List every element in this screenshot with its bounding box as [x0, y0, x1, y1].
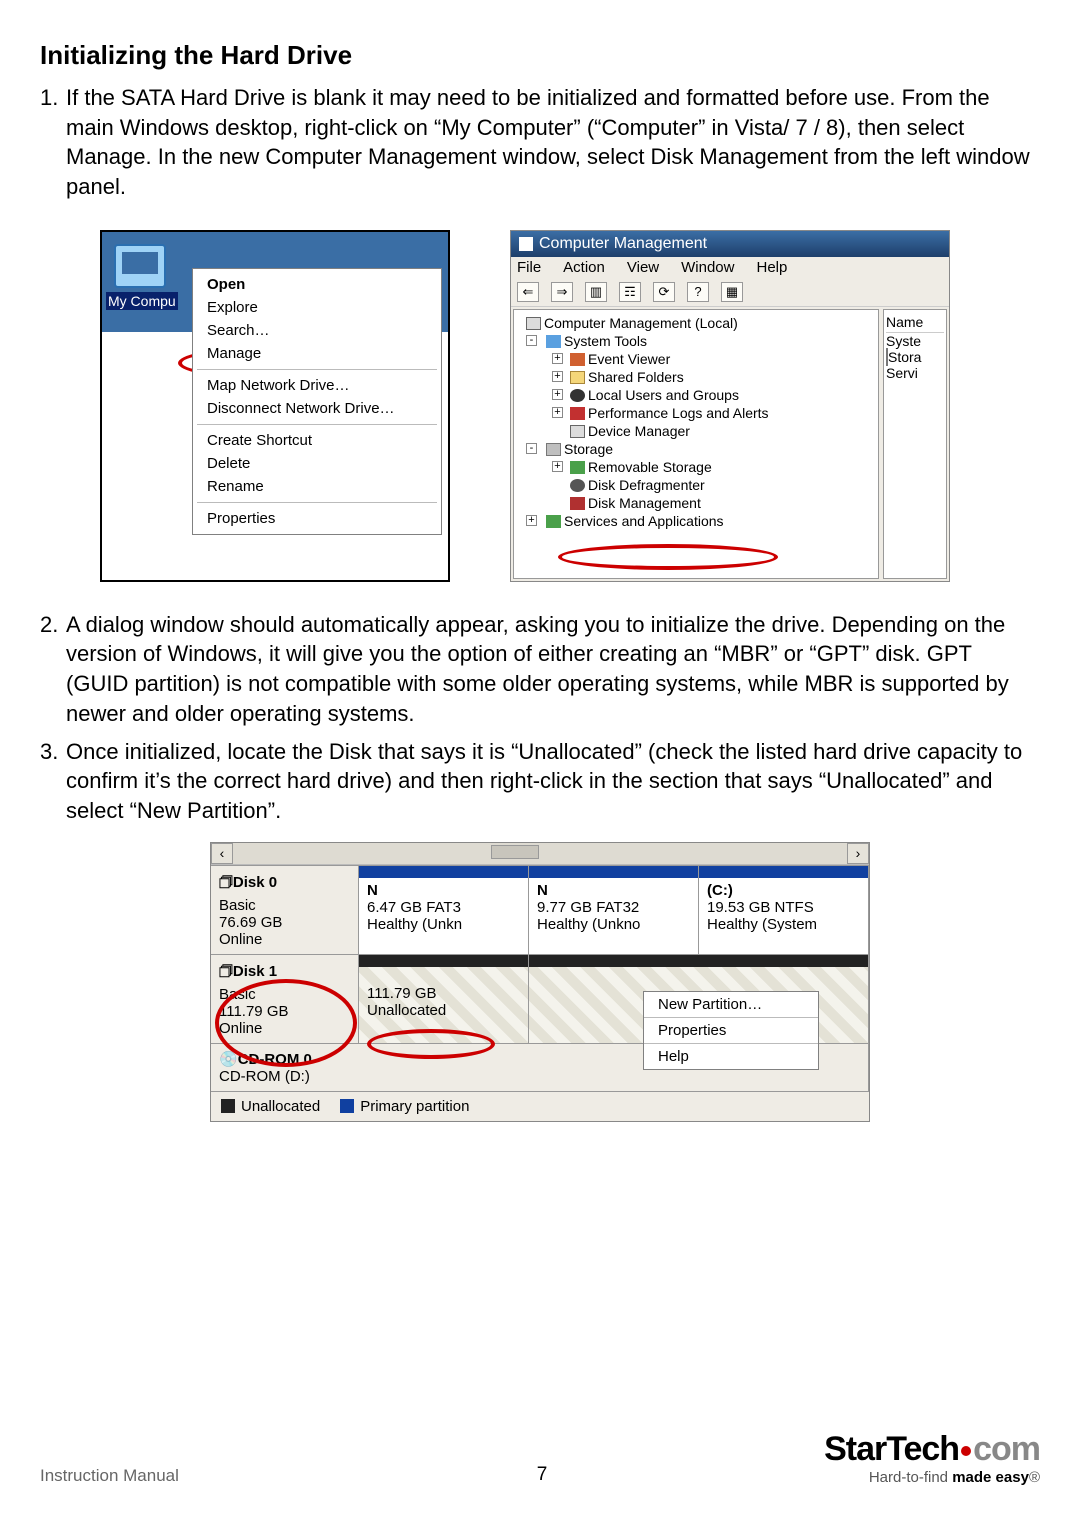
disk0-header[interactable]: 🗇Disk 0 Basic 76.69 GB Online [211, 866, 359, 954]
my-computer-label: My Compu [106, 292, 178, 310]
menu-help[interactable]: Help [756, 259, 787, 276]
list-item[interactable]: Stora [886, 349, 944, 365]
tree-system-tools[interactable]: -System Tools [516, 332, 876, 350]
menu-explore[interactable]: Explore [193, 296, 441, 319]
scroll-left-icon[interactable]: ‹ [211, 843, 233, 864]
tool-button[interactable]: ? [687, 282, 709, 302]
tool-button[interactable]: ▦ [721, 282, 743, 302]
menu-delete[interactable]: Delete [193, 452, 441, 475]
disk0-partition-2[interactable]: N9.77 GB FAT32Healthy (Unkno [529, 866, 699, 954]
menu-help[interactable]: Help [644, 1044, 818, 1069]
tree-disk-defragmenter[interactable]: Disk Defragmenter [516, 476, 876, 494]
list-pane: Name Syste Stora Servi [883, 309, 947, 579]
tree-shared-folders[interactable]: +Shared Folders [516, 368, 876, 386]
menu-properties[interactable]: Properties [193, 507, 441, 530]
legend: Unallocated Primary partition [211, 1091, 869, 1121]
figure-computer-management: Computer Management File Action View Win… [510, 230, 950, 582]
forward-button[interactable]: ⇒ [551, 282, 573, 302]
menu-view[interactable]: View [627, 259, 659, 276]
tree-event-viewer[interactable]: +Event Viewer [516, 350, 876, 368]
toolbar: ⇐ ⇒ ▥ ☶ ⟳ ? ▦ [511, 278, 949, 307]
page-number: 7 [260, 1464, 824, 1486]
menu-properties[interactable]: Properties [644, 1018, 818, 1043]
tree-root[interactable]: Computer Management (Local) [516, 314, 876, 332]
disk1-unallocated[interactable]: 111.79 GBUnallocated [359, 955, 529, 1043]
menu-open[interactable]: Open [193, 273, 441, 296]
menubar: File Action View Window Help [511, 257, 949, 278]
menu-new-partition[interactable]: New Partition… [644, 992, 818, 1017]
page-title: Initializing the Hard Drive [40, 40, 1040, 71]
tree-local-users[interactable]: +Local Users and Groups [516, 386, 876, 404]
highlight-disk-management [558, 544, 778, 570]
tree-removable-storage[interactable]: +Removable Storage [516, 458, 876, 476]
tree-disk-management[interactable]: Disk Management [516, 494, 876, 512]
scroll-right-icon[interactable]: › [847, 843, 869, 864]
list-item[interactable]: Servi [886, 365, 944, 381]
my-computer-icon[interactable] [114, 244, 166, 288]
figure-my-computer-context-menu: My Compu Open Explore Search… Manage Map… [100, 230, 450, 582]
partition-context-menu: New Partition… Properties Help [643, 991, 819, 1070]
col-header: Name [886, 314, 944, 333]
disk0-partition-1[interactable]: N6.47 GB FAT3Healthy (Unkn [359, 866, 529, 954]
step-3: 3. Once initialized, locate the Disk tha… [40, 737, 1040, 826]
page-footer: Instruction Manual 7 StarTechcom Hard-to… [40, 1430, 1040, 1486]
tool-button[interactable]: ▥ [585, 282, 607, 302]
tree-device-manager[interactable]: Device Manager [516, 422, 876, 440]
tree-pane: Computer Management (Local) -System Tool… [513, 309, 879, 579]
tree-services-apps[interactable]: +Services and Applications [516, 512, 876, 530]
step-1: 1. If the SATA Hard Drive is blank it ma… [40, 83, 1040, 202]
app-icon [519, 237, 533, 251]
back-button[interactable]: ⇐ [517, 282, 539, 302]
disk0-row: 🗇Disk 0 Basic 76.69 GB Online N6.47 GB F… [211, 865, 869, 954]
menu-manage[interactable]: Manage [193, 342, 441, 365]
brand-logo: StarTechcom Hard-to-find made easy® [824, 1430, 1040, 1486]
menu-map-drive[interactable]: Map Network Drive… [193, 374, 441, 397]
legend-swatch-primary [340, 1099, 354, 1113]
menu-disconnect-drive[interactable]: Disconnect Network Drive… [193, 397, 441, 420]
disk1-header[interactable]: 🗇Disk 1 Basic 111.79 GB Online [211, 955, 359, 1043]
scroll-thumb[interactable] [491, 845, 539, 859]
menu-create-shortcut[interactable]: Create Shortcut [193, 429, 441, 452]
list-item[interactable]: Syste [886, 333, 944, 349]
menu-search[interactable]: Search… [193, 319, 441, 342]
disk0-partition-3[interactable]: (C:)19.53 GB NTFSHealthy (System [699, 866, 869, 954]
tree-storage[interactable]: -Storage [516, 440, 876, 458]
tool-button[interactable]: ☶ [619, 282, 641, 302]
footer-left: Instruction Manual [40, 1466, 260, 1486]
menu-file[interactable]: File [517, 259, 541, 276]
figure-disk-management: ‹ › 🗇Disk 0 Basic 76.69 GB Online N6.47 … [210, 842, 870, 1122]
menu-rename[interactable]: Rename [193, 475, 441, 498]
tree-perf-logs[interactable]: +Performance Logs and Alerts [516, 404, 876, 422]
step-2: 2. A dialog window should automatically … [40, 610, 1040, 729]
window-titlebar: Computer Management [511, 231, 949, 257]
tool-button[interactable]: ⟳ [653, 282, 675, 302]
menu-window[interactable]: Window [681, 259, 734, 276]
horizontal-scrollbar[interactable]: ‹ › [211, 843, 869, 865]
menu-action[interactable]: Action [563, 259, 605, 276]
context-menu: Open Explore Search… Manage Map Network … [192, 268, 442, 535]
legend-swatch-unallocated [221, 1099, 235, 1113]
